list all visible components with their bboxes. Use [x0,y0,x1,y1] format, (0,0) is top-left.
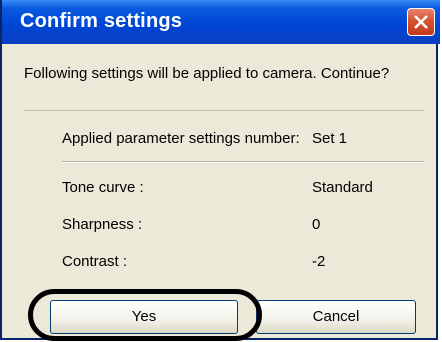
close-icon [414,15,428,29]
parameter-set-label: Applied parameter settings number: [62,130,300,147]
close-button[interactable] [407,8,435,36]
confirm-settings-dialog: Confirm settings Following settings will… [0,0,440,340]
parameter-set-value: Set 1 [312,130,348,147]
title-bar: Confirm settings [2,0,440,44]
contrast-value: -2 [312,253,326,270]
contrast-label: Contrast : [62,253,128,270]
settings-panel: Applied parameter settings number: Set 1… [24,110,424,285]
cancel-button[interactable]: Cancel [256,300,416,334]
yes-button[interactable]: Yes [50,300,238,334]
settings-divider [62,161,424,163]
tone-curve-label: Tone curve : [62,179,144,196]
dialog-title: Confirm settings [20,10,183,32]
sharpness-label: Sharpness : [62,216,143,233]
confirmation-message: Following settings will be applied to ca… [24,65,390,82]
sharpness-value: 0 [312,216,321,233]
tone-curve-value: Standard [312,179,373,196]
